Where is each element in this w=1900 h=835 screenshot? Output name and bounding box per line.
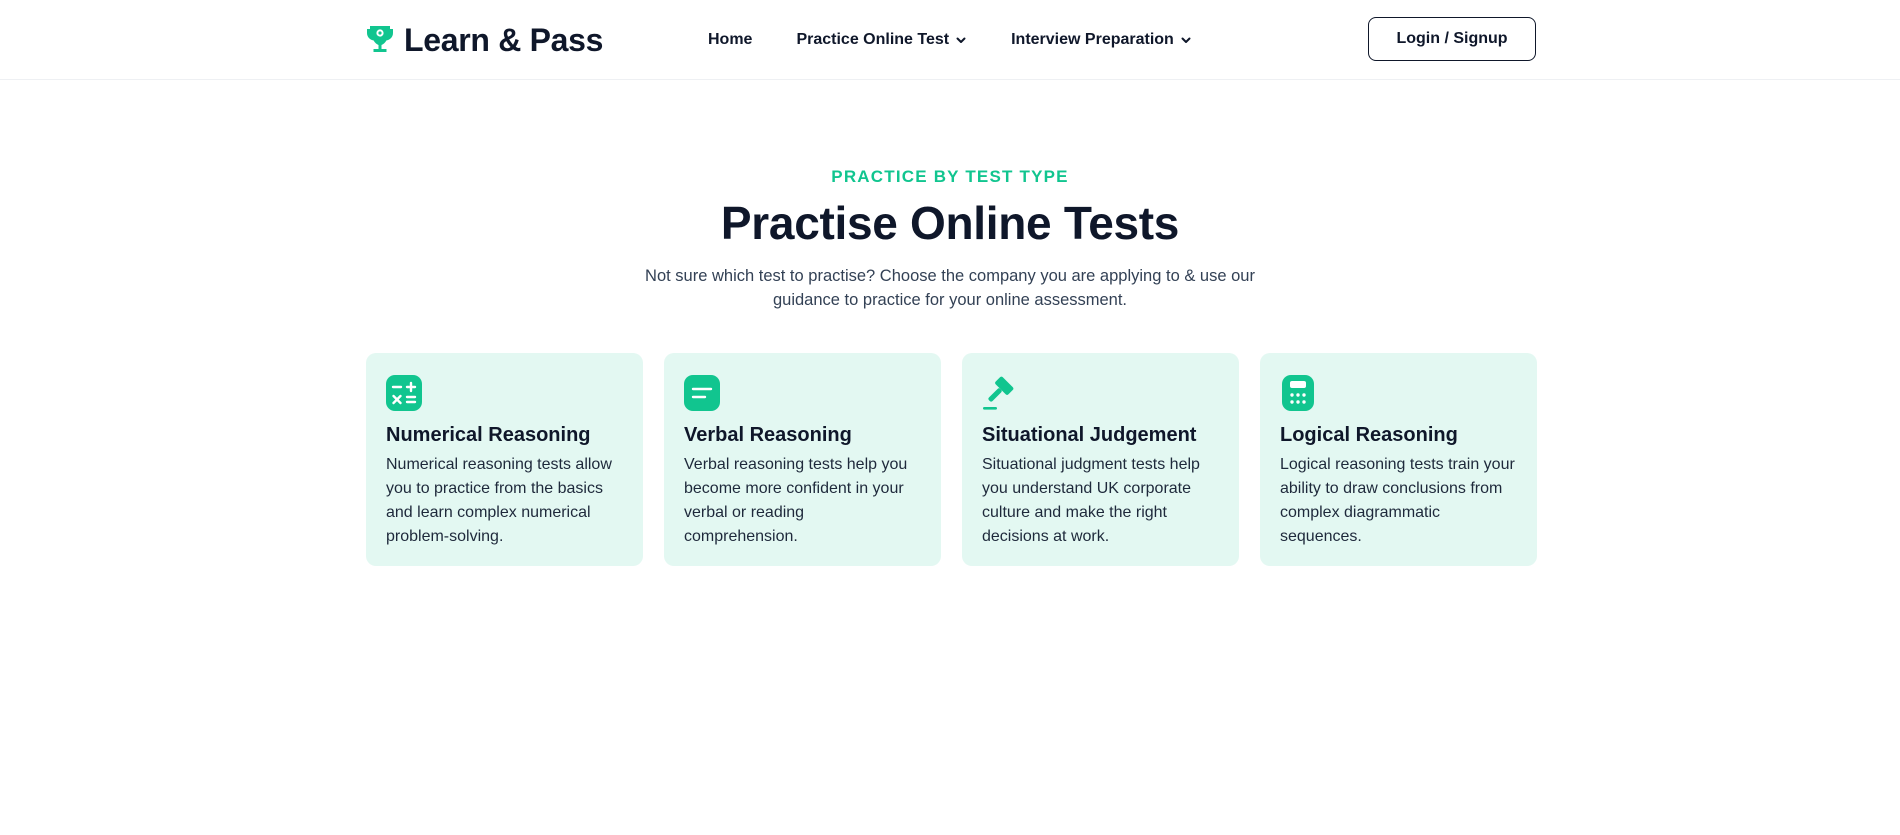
nav-interview-preparation[interactable]: Interview Preparation [1011, 31, 1192, 49]
nav-home-label: Home [708, 31, 753, 48]
page-subtitle: Not sure which test to practise? Choose … [645, 267, 1255, 309]
site-header: Learn & Pass Home Practice Online Test I… [0, 0, 1900, 80]
login-signup-button[interactable]: Login / Signup [1368, 17, 1536, 61]
card-description: Numerical reasoning tests allow you to p… [386, 456, 612, 545]
chevron-down-icon [956, 37, 966, 43]
test-type-cards: Numerical Reasoning Numerical reasoning … [366, 353, 1537, 566]
nav-practice-online-test-label: Practice Online Test [796, 31, 950, 48]
main-nav: Home Practice Online Test Interview Prep… [708, 26, 1192, 54]
card-situational-judgement[interactable]: Situational Judgement Situational judgme… [962, 353, 1239, 566]
card-title: Logical Reasoning [1280, 424, 1458, 446]
card-verbal-reasoning[interactable]: Verbal Reasoning Verbal reasoning tests … [664, 353, 941, 566]
nav-interview-preparation-label: Interview Preparation [1011, 31, 1174, 48]
trophy-icon [367, 26, 393, 52]
brand-logo[interactable]: Learn & Pass [366, 20, 603, 60]
chevron-down-icon [1181, 37, 1191, 43]
card-description: Verbal reasoning tests help you become m… [684, 456, 908, 545]
calculator-icon [1282, 375, 1314, 411]
card-description: Situational judgment tests help you unde… [982, 456, 1200, 545]
card-description: Logical reasoning tests train your abili… [1280, 456, 1515, 545]
card-logical-reasoning[interactable]: Logical Reasoning Logical reasoning test… [1260, 353, 1537, 566]
gavel-icon [983, 376, 1014, 410]
brand-name: Learn & Pass [404, 21, 604, 58]
card-title: Situational Judgement [982, 424, 1197, 446]
card-numerical-reasoning[interactable]: Numerical Reasoning Numerical reasoning … [366, 353, 643, 566]
nav-practice-online-test[interactable]: Practice Online Test [796, 31, 967, 49]
card-title: Verbal Reasoning [684, 424, 852, 446]
card-title: Numerical Reasoning [386, 424, 591, 446]
nav-home[interactable]: Home [708, 31, 752, 49]
text-lines-icon [684, 375, 720, 411]
page-title: Practise Online Tests [720, 197, 1180, 249]
section-eyebrow: PRACTICE BY TEST TYPE [831, 167, 1069, 186]
calculator-operations-icon [386, 375, 422, 411]
